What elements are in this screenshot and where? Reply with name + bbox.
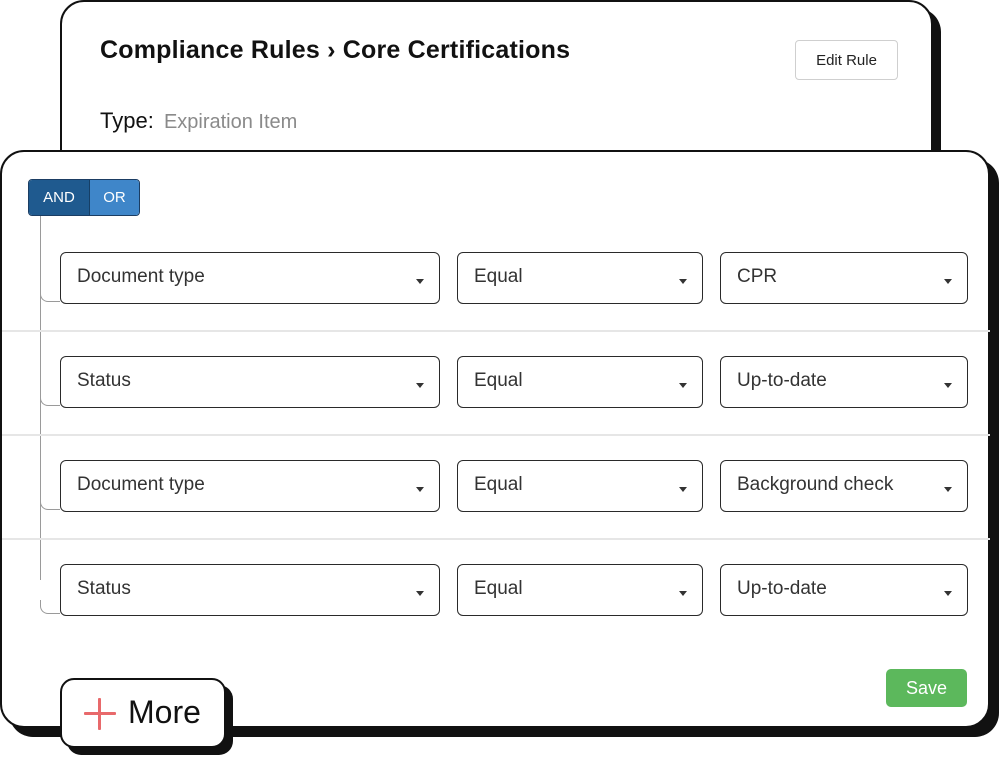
chevron-down-icon xyxy=(416,591,424,596)
chevron-down-icon xyxy=(416,279,424,284)
field-select[interactable]: Status xyxy=(60,356,440,408)
value-select[interactable]: Up-to-date xyxy=(720,356,968,408)
chevron-down-icon xyxy=(944,487,952,492)
value-select-value: Up-to-date xyxy=(737,370,827,391)
field-select[interactable]: Status xyxy=(60,564,440,616)
chevron-down-icon xyxy=(416,383,424,388)
page-title: Compliance Rules › Core Certifications xyxy=(100,36,571,64)
condition-row: Document type Equal Background check xyxy=(2,460,990,564)
operator-select-value: Equal xyxy=(474,578,523,599)
chevron-down-icon xyxy=(679,383,687,388)
chevron-down-icon xyxy=(944,591,952,596)
type-label: Type: xyxy=(100,108,154,133)
more-label: More xyxy=(128,694,201,730)
conditions-card: AND OR Document type Equal CPR Status Eq… xyxy=(0,150,990,728)
tree-branch xyxy=(40,288,60,302)
field-select-value: Document type xyxy=(77,474,205,495)
condition-row: Status Equal Up-to-date xyxy=(2,356,990,460)
chevron-down-icon xyxy=(416,487,424,492)
operator-select[interactable]: Equal xyxy=(457,460,703,512)
chevron-down-icon xyxy=(679,279,687,284)
field-select-value: Status xyxy=(77,578,131,599)
operator-select-value: Equal xyxy=(474,474,523,495)
field-select[interactable]: Document type xyxy=(60,252,440,304)
condition-row: Status Equal Up-to-date xyxy=(2,564,990,668)
value-select[interactable]: Up-to-date xyxy=(720,564,968,616)
value-select-value: Background check xyxy=(737,474,894,495)
operator-select[interactable]: Equal xyxy=(457,252,703,304)
operator-select[interactable]: Equal xyxy=(457,564,703,616)
row-divider xyxy=(2,330,990,332)
tree-branch xyxy=(40,392,60,406)
chevron-down-icon xyxy=(944,279,952,284)
plus-icon xyxy=(84,698,116,730)
value-select-value: CPR xyxy=(737,266,778,287)
operator-select[interactable]: Equal xyxy=(457,356,703,408)
operator-select-value: Equal xyxy=(474,266,523,287)
operator-select-value: Equal xyxy=(474,370,523,391)
row-divider xyxy=(2,538,990,540)
or-toggle-button[interactable]: OR xyxy=(90,180,139,215)
field-select-value: Document type xyxy=(77,266,205,287)
tree-branch xyxy=(40,496,60,510)
value-select[interactable]: Background check xyxy=(720,460,968,512)
condition-row: Document type Equal CPR xyxy=(2,252,990,356)
logic-toggle: AND OR xyxy=(28,179,140,216)
add-more-button[interactable]: More xyxy=(60,678,226,748)
chevron-down-icon xyxy=(679,591,687,596)
field-select-value: Status xyxy=(77,370,131,391)
save-button[interactable]: Save xyxy=(886,669,967,707)
and-toggle-button[interactable]: AND xyxy=(29,180,90,215)
value-select[interactable]: CPR xyxy=(720,252,968,304)
chevron-down-icon xyxy=(944,383,952,388)
value-select-value: Up-to-date xyxy=(737,578,827,599)
rule-type: Type: Expiration Item xyxy=(100,108,297,134)
chevron-down-icon xyxy=(679,487,687,492)
type-value: Expiration Item xyxy=(163,111,298,133)
field-select[interactable]: Document type xyxy=(60,460,440,512)
tree-branch xyxy=(40,600,60,614)
edit-rule-button[interactable]: Edit Rule xyxy=(795,40,898,80)
row-divider xyxy=(2,434,990,436)
